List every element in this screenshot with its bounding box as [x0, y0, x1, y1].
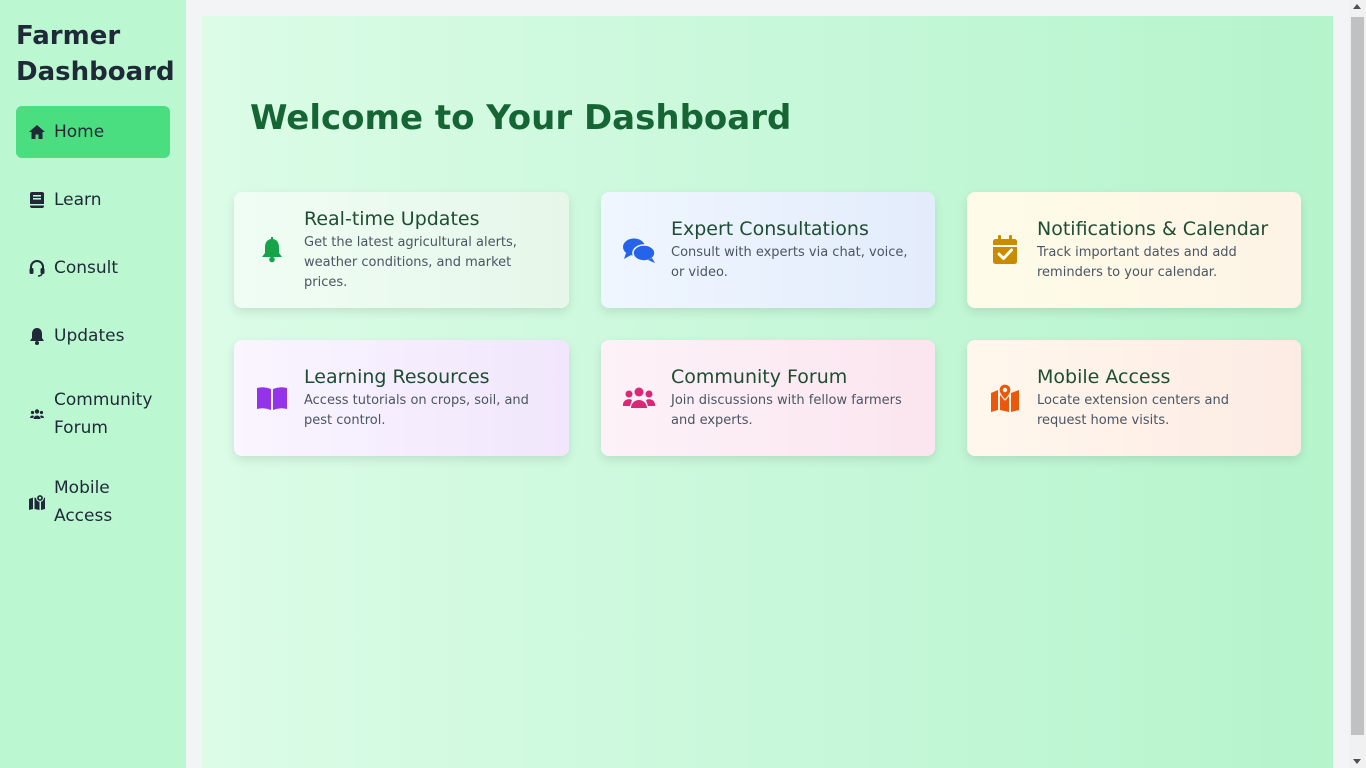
scroll-up-icon[interactable]: [1353, 4, 1361, 9]
card-learning-resources[interactable]: Learning Resources Access tutorials on c…: [234, 340, 569, 456]
sidebar-item-label: Learn: [54, 190, 102, 210]
bell-icon: [28, 327, 46, 345]
card-title: Notifications & Calendar: [1037, 218, 1269, 240]
sidebar-item-label: Mobile Access: [54, 478, 113, 526]
card-community-forum[interactable]: Community Forum Join discussions with fe…: [601, 340, 935, 456]
sidebar-item-label: Home: [54, 122, 105, 142]
sidebar-item-label: Community Forum: [54, 390, 153, 438]
card-title: Expert Consultations: [671, 218, 869, 240]
card-description: Access tutorials on crops, soil, and pes…: [304, 393, 529, 428]
card-description: Get the latest agricultural alerts, weat…: [304, 235, 517, 290]
sidebar-item-mobile-access[interactable]: Mobile Access: [16, 466, 170, 538]
sidebar-item-consult[interactable]: Consult: [16, 242, 170, 294]
home-icon: [28, 123, 46, 141]
card-expert-consultations[interactable]: Expert Consultations Consult with expert…: [601, 192, 935, 308]
card-title: Real-time Updates: [304, 208, 480, 230]
card-title: Community Forum: [671, 366, 848, 388]
card-description: Consult with experts via chat, voice, or…: [671, 245, 908, 280]
brand-title: Farmer Dashboard: [16, 21, 175, 87]
card-description: Join discussions with fellow farmers and…: [671, 393, 902, 428]
card-notifications-calendar[interactable]: Notifications & Calendar Track important…: [967, 192, 1301, 308]
map-marker-icon: [28, 493, 46, 511]
sidebar-item-learn[interactable]: Learn: [16, 174, 170, 226]
scrollbar-thumb[interactable]: [1351, 17, 1364, 735]
main-content: Welcome to Your Dashboard Real-time Upda…: [202, 16, 1333, 768]
sidebar-item-label: Updates: [54, 326, 125, 346]
scroll-down-icon[interactable]: [1353, 759, 1361, 764]
sidebar-item-home[interactable]: Home: [16, 106, 170, 158]
card-mobile-access[interactable]: Mobile Access Locate extension centers a…: [967, 340, 1301, 456]
page-title: Welcome to Your Dashboard: [250, 98, 792, 138]
sidebar: Farmer Dashboard Home Learn Consult Upda…: [0, 0, 186, 768]
users-icon: [621, 380, 657, 416]
book-icon: [28, 191, 46, 209]
calendar-check-icon: [987, 232, 1023, 268]
feature-grid: Real-time Updates Get the latest agricul…: [234, 192, 1301, 456]
chat-icon: [621, 232, 657, 268]
card-title: Mobile Access: [1037, 366, 1171, 388]
card-description: Locate extension centers and request hom…: [1037, 393, 1230, 428]
sidebar-item-community-forum[interactable]: Community Forum: [16, 378, 170, 450]
sidebar-item-label: Consult: [54, 258, 119, 278]
map-location-icon: [987, 380, 1023, 416]
card-description: Track important dates and add reminders …: [1037, 245, 1237, 280]
card-real-time-updates[interactable]: Real-time Updates Get the latest agricul…: [234, 192, 569, 308]
headset-icon: [28, 259, 46, 277]
card-title: Learning Resources: [304, 366, 490, 388]
vertical-scrollbar[interactable]: [1349, 0, 1366, 768]
book-open-icon: [254, 380, 290, 416]
sidebar-item-updates[interactable]: Updates: [16, 310, 170, 362]
users-icon: [28, 405, 46, 423]
bell-icon: [254, 232, 290, 268]
